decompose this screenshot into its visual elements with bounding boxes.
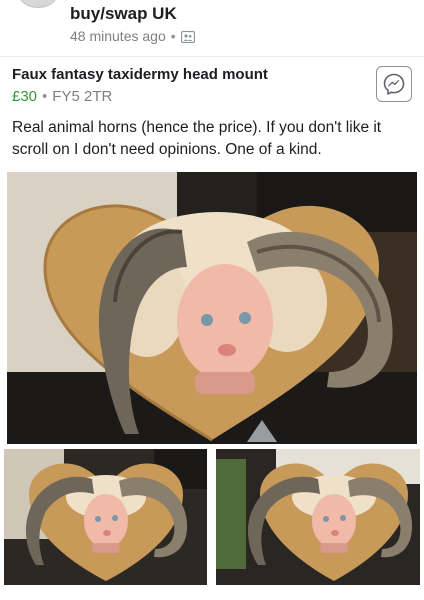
- group-name[interactable]: buy/swap UK: [70, 4, 177, 24]
- post-time[interactable]: 48 minutes ago: [70, 28, 166, 44]
- group-header: buy/swap UK 48 minutes ago •: [0, 0, 424, 56]
- taxidermy-mount-photo[interactable]: [7, 172, 417, 444]
- taxidermy-mount-thumbnail[interactable]: [216, 449, 420, 585]
- listing-location: FY5 2TR: [52, 88, 113, 105]
- taxidermy-mount-thumbnail[interactable]: [4, 449, 207, 585]
- messenger-icon: [383, 73, 405, 95]
- listing-title: Faux fantasy taxidermy head mount: [12, 66, 268, 83]
- listing-price-location: £30 • FY5 2TR: [12, 88, 112, 105]
- group-avatar[interactable]: [18, 0, 58, 8]
- message-seller-button[interactable]: [376, 66, 412, 102]
- meta-separator: •: [42, 88, 48, 105]
- group-icon: [180, 30, 195, 44]
- header-divider: [0, 56, 424, 57]
- listing-description: Real animal horns (hence the price). If …: [12, 119, 382, 158]
- listing-price: £30: [12, 88, 38, 105]
- post-meta: 48 minutes ago •: [70, 28, 195, 44]
- meta-separator: •: [170, 28, 176, 44]
